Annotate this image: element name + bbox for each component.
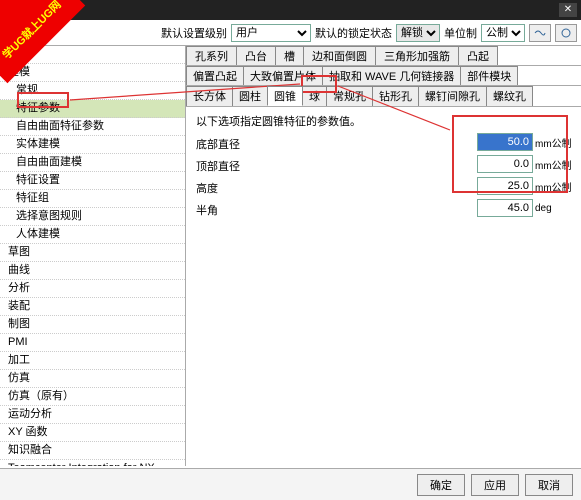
tabs-row-1: 孔系列凸台槽边和面倒圆三角形加强筋凸起 — [186, 46, 581, 66]
param-input[interactable] — [477, 177, 533, 195]
close-button[interactable]: ✕ — [559, 3, 577, 17]
unit-select[interactable]: 公制 — [481, 24, 525, 42]
tree-item[interactable]: 加工 — [0, 352, 185, 370]
default-level-select[interactable]: 用户 — [231, 24, 311, 42]
nav-tree[interactable]: 环境建模常规特征参数自由曲面特征参数实体建模自由曲面建模特征设置特征组选择意图规… — [0, 46, 186, 466]
tab[interactable]: 螺钉间隙孔 — [418, 86, 487, 106]
tab[interactable]: 偏置凸起 — [186, 66, 244, 85]
cancel-button[interactable]: 取消 — [525, 474, 573, 496]
tab[interactable]: 钻形孔 — [372, 86, 419, 106]
tree-item[interactable]: 仿真 — [0, 370, 185, 388]
tree-item[interactable]: 曲线 — [0, 262, 185, 280]
tab[interactable]: 圆柱 — [232, 86, 268, 106]
ok-button[interactable]: 确定 — [417, 474, 465, 496]
param-input[interactable] — [477, 199, 533, 217]
param-input[interactable] — [477, 155, 533, 173]
tool-icon-1[interactable] — [529, 24, 551, 42]
tree-item[interactable]: 仿真（原有） — [0, 388, 185, 406]
tree-item[interactable]: 制图 — [0, 316, 185, 334]
content-panel: 孔系列凸台槽边和面倒圆三角形加强筋凸起 偏置凸起大致偏置片体抽取和 WAVE 几… — [186, 46, 581, 466]
tree-item[interactable]: 草图 — [0, 244, 185, 262]
tab[interactable]: 孔系列 — [186, 46, 237, 65]
tab[interactable]: 凸台 — [236, 46, 276, 65]
param-unit: mm公制 — [535, 135, 573, 150]
param-unit: deg — [535, 203, 573, 214]
top-toolbar: 默认设置级别 用户 默认的锁定状态 解锁 单位制 公制 — [0, 20, 581, 46]
tree-item[interactable]: 知识融合 — [0, 442, 185, 460]
param-unit: mm公制 — [535, 179, 573, 194]
tree-item[interactable]: Teamcenter Integration for NX — [0, 460, 185, 466]
param-label: 顶部直径 — [196, 158, 296, 174]
param-label: 半角 — [196, 202, 296, 218]
tree-item[interactable]: 分析 — [0, 280, 185, 298]
tree-item[interactable]: 特征设置 — [0, 172, 185, 190]
lock-state-select[interactable]: 解锁 — [396, 24, 440, 42]
description-text: 以下选项指定圆锥特征的参数值。 — [186, 107, 581, 133]
apply-button[interactable]: 应用 — [471, 474, 519, 496]
tree-item[interactable]: XY 函数 — [0, 424, 185, 442]
tab[interactable]: 凸起 — [458, 46, 498, 65]
tab[interactable]: 球 — [302, 86, 327, 106]
tree-item[interactable]: 自由曲面特征参数 — [0, 118, 185, 136]
unit-label: 单位制 — [444, 25, 477, 41]
tab[interactable]: 大致偏置片体 — [243, 66, 323, 85]
tab[interactable]: 三角形加强筋 — [375, 46, 459, 65]
tab[interactable]: 抽取和 WAVE 几何链接器 — [322, 66, 461, 85]
tree-item[interactable]: 选择意图规则 — [0, 208, 185, 226]
tree-item[interactable]: 实体建模 — [0, 136, 185, 154]
tool-icon-2[interactable] — [555, 24, 577, 42]
tree-item[interactable]: PMI — [0, 334, 185, 352]
param-unit: mm公制 — [535, 157, 573, 172]
tree-item[interactable]: 常规 — [0, 82, 185, 100]
param-label: 高度 — [196, 180, 296, 196]
tab[interactable]: 常规孔 — [326, 86, 373, 106]
tree-item[interactable]: 装配 — [0, 298, 185, 316]
param-label: 底部直径 — [196, 136, 296, 152]
tab[interactable]: 螺纹孔 — [486, 86, 533, 106]
tree-item[interactable]: 人体建模 — [0, 226, 185, 244]
default-level-label: 默认设置级别 — [161, 25, 227, 41]
lock-state-label: 默认的锁定状态 — [315, 25, 392, 41]
tabs-row-2: 偏置凸起大致偏置片体抽取和 WAVE 几何链接器部件模块 — [186, 66, 581, 86]
tab[interactable]: 长方体 — [186, 86, 233, 106]
tree-item[interactable]: 特征组 — [0, 190, 185, 208]
tree-item[interactable]: 特征参数 — [0, 100, 185, 118]
tab[interactable]: 部件模块 — [460, 66, 518, 85]
tree-item[interactable]: 运动分析 — [0, 406, 185, 424]
tree-item[interactable]: 建模 — [0, 64, 185, 82]
tab[interactable]: 槽 — [275, 46, 304, 65]
tab[interactable]: 边和面倒圆 — [303, 46, 376, 65]
tree-item[interactable]: 自由曲面建模 — [0, 154, 185, 172]
tab[interactable]: 圆锥 — [267, 86, 303, 106]
tabs-row-3: 长方体圆柱圆锥球常规孔钻形孔螺钉间隙孔螺纹孔 — [186, 86, 581, 107]
footer-bar: 确定 应用 取消 — [0, 468, 581, 500]
param-input[interactable] — [477, 133, 533, 151]
